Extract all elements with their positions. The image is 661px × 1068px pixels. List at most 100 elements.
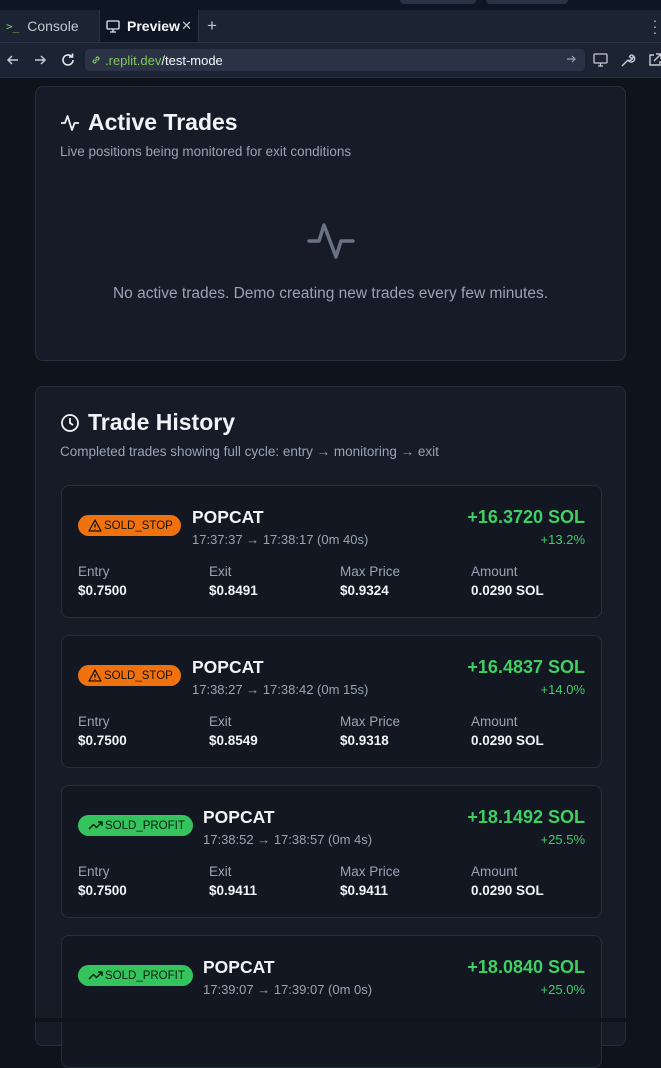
exit-label: Exit (209, 564, 232, 579)
token-symbol: POPCAT (203, 807, 275, 827)
pnl-percent: +25.0% (540, 982, 585, 997)
status-badge: SOLD_PROFIT (78, 815, 193, 836)
active-trades-subtitle: Live positions being monitored for exit … (60, 144, 352, 159)
status-badge: SOLD_STOP (78, 665, 181, 686)
trade-times: 17:38:27 → 17:38:42 (0m 15s) (192, 682, 369, 697)
pnl-amount: +16.3720 SOL (467, 507, 585, 527)
exit-column: Exit $0.8491 (209, 564, 258, 598)
trending-up-icon (88, 971, 103, 980)
empty-state-message: No active trades. Demo creating new trad… (112, 285, 549, 302)
trade-row[interactable]: SOLD_PROFIT POPCAT 17:38:52 → 17:38:57 (… (61, 785, 602, 918)
trade-times: 17:38:52 → 17:38:57 (0m 4s) (203, 832, 373, 847)
url-path: /test-mode (161, 52, 223, 68)
status-badge: SOLD_PROFIT (78, 965, 193, 986)
devices-icon[interactable] (592, 51, 610, 69)
max-price-column: Max Price $0.9411 (340, 864, 400, 898)
amount-value: 0.0290 SOL (471, 883, 544, 898)
toolbar-pill[interactable] (486, 0, 568, 4)
exit-value: $0.8491 (209, 583, 258, 598)
link-icon (92, 56, 100, 64)
activity-icon (61, 114, 79, 131)
token-symbol: POPCAT (192, 657, 264, 677)
trade-times: 17:39:07 → 17:39:07 (0m 0s) (203, 982, 373, 997)
pnl-percent: +14.0% (540, 682, 585, 697)
token-symbol: POPCAT (203, 957, 275, 977)
entry-value: $0.7500 (78, 733, 127, 748)
ide-tab-bar: >_ Console Preview ✕ + · · · (0, 0, 661, 43)
status-badge-label: SOLD_PROFIT (105, 969, 185, 982)
trade-row[interactable]: SOLD_STOP POPCAT 17:37:37 → 17:38:17 (0m… (61, 485, 602, 618)
toolbar-pill[interactable] (400, 0, 476, 4)
pnl-amount: +16.4837 SOL (467, 657, 585, 677)
trade-row[interactable]: SOLD_STOP POPCAT 17:38:27 → 17:38:42 (0m… (61, 635, 602, 768)
max-price-column: Max Price $0.9318 (340, 714, 400, 748)
entry-label: Entry (78, 564, 110, 579)
warning-icon (88, 669, 102, 682)
entry-value: $0.7500 (78, 883, 127, 898)
forward-arrow-icon[interactable] (31, 51, 49, 69)
exit-label: Exit (209, 714, 232, 729)
exit-column: Exit $0.8549 (209, 714, 258, 748)
amount-value: 0.0290 SOL (471, 583, 544, 598)
status-badge-label: SOLD_STOP (104, 669, 173, 682)
amount-label: Amount (471, 714, 518, 729)
trade-times: 17:37:37 → 17:38:17 (0m 40s) (192, 532, 369, 547)
max-price-column: Max Price $0.9324 (340, 564, 400, 598)
tab-preview[interactable]: Preview ✕ (99, 10, 199, 42)
go-arrow-icon[interactable] (564, 52, 578, 66)
max-price-value: $0.9324 (340, 583, 389, 598)
amount-column: Amount 0.0290 SOL (471, 864, 544, 898)
max-price-value: $0.9318 (340, 733, 389, 748)
entry-column: Entry $0.7500 (78, 564, 127, 598)
back-arrow-icon[interactable] (4, 51, 22, 69)
tab-preview-label: Preview (127, 18, 180, 34)
active-trades-heading: Active Trades (60, 109, 238, 136)
add-tab-button[interactable]: + (207, 10, 227, 42)
trade-history-title: Trade History (88, 409, 235, 435)
trending-up-icon (88, 821, 103, 830)
reload-icon[interactable] (59, 51, 77, 69)
active-trades-title: Active Trades (88, 109, 238, 135)
tab-console-label: Console (27, 18, 79, 34)
token-symbol: POPCAT (192, 507, 264, 527)
monitor-icon (106, 19, 120, 33)
amount-value: 0.0290 SOL (471, 733, 544, 748)
entry-column: Entry $0.7500 (78, 864, 127, 898)
status-badge-label: SOLD_PROFIT (105, 819, 185, 832)
amount-label: Amount (471, 564, 518, 579)
exit-label: Exit (209, 864, 232, 879)
amount-label: Amount (471, 864, 518, 879)
entry-value: $0.7500 (78, 583, 127, 598)
trade-history-heading: Trade History (60, 409, 235, 436)
status-badge-label: SOLD_STOP (104, 519, 173, 532)
pnl-percent: +25.5% (540, 832, 585, 847)
tab-console[interactable]: >_ Console (0, 10, 98, 42)
external-link-icon[interactable] (646, 51, 661, 69)
max-price-label: Max Price (340, 714, 401, 729)
viewport-bottom-edge (0, 1018, 661, 1022)
url-bar: .replit.dev/test-mode (0, 43, 661, 78)
url-input[interactable]: .replit.dev/test-mode (85, 49, 585, 71)
wrench-icon[interactable] (619, 51, 637, 69)
trade-row[interactable]: SOLD_PROFIT POPCAT 17:39:07 → 17:39:07 (… (61, 935, 602, 1068)
warning-icon (88, 519, 102, 532)
active-trades-card: Active Trades Live positions being monit… (35, 86, 626, 361)
exit-value: $0.9411 (209, 883, 258, 898)
close-tab-icon[interactable]: ✕ (181, 18, 192, 34)
trade-history-card: Trade History Completed trades showing f… (35, 386, 626, 1068)
pnl-amount: +18.0840 SOL (467, 957, 585, 977)
exit-column: Exit $0.9411 (209, 864, 257, 898)
entry-label: Entry (78, 864, 110, 879)
status-badge: SOLD_STOP (78, 515, 181, 536)
entry-column: Entry $0.7500 (78, 714, 127, 748)
entry-label: Entry (78, 714, 110, 729)
amount-column: Amount 0.0290 SOL (471, 564, 544, 598)
more-options-icon[interactable]: · · · (650, 10, 660, 42)
max-price-label: Max Price (340, 864, 401, 879)
terminal-prompt-icon: >_ (6, 19, 20, 33)
trade-history-subtitle: Completed trades showing full cycle: ent… (60, 444, 439, 459)
max-price-value: $0.9411 (340, 883, 389, 898)
pnl-amount: +18.1492 SOL (467, 807, 585, 827)
amount-column: Amount 0.0290 SOL (471, 714, 544, 748)
url-host: .replit.dev (105, 52, 162, 68)
